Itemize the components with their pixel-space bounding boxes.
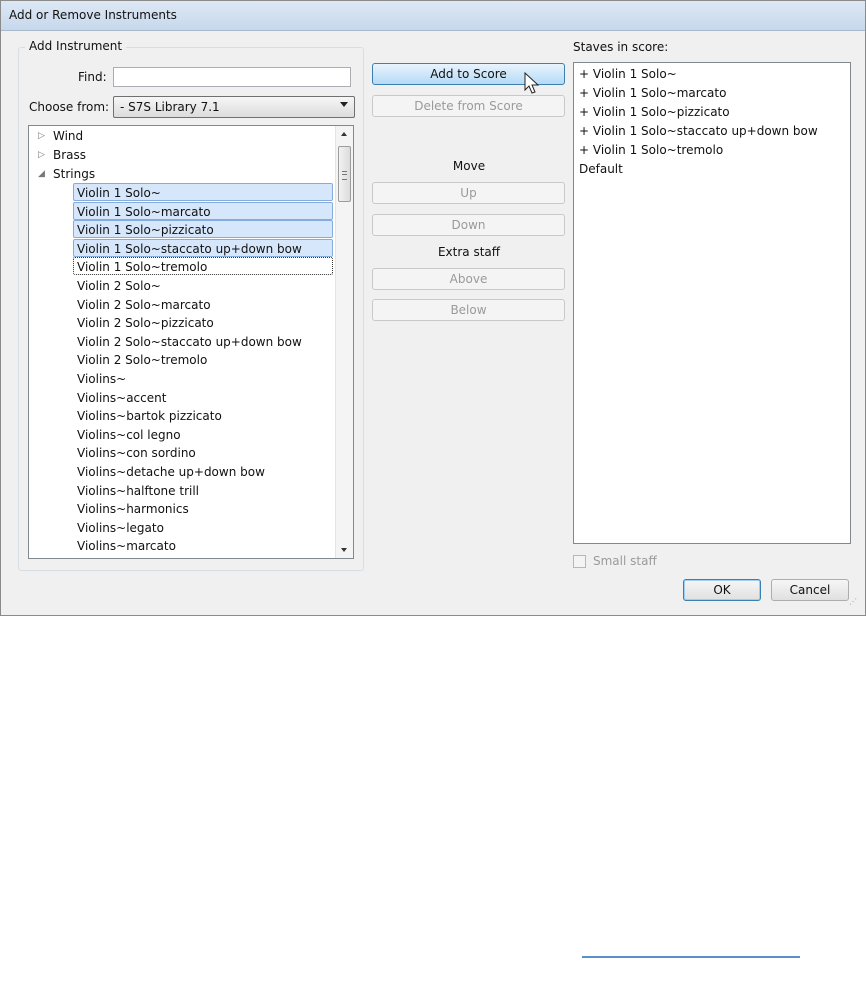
stave-item[interactable]: + Violin 1 Solo~staccato up+down bow bbox=[579, 122, 818, 140]
extra-staff-label: Extra staff bbox=[437, 245, 501, 259]
chevron-down-icon bbox=[340, 102, 348, 107]
staves-title: Staves in score: bbox=[573, 40, 669, 54]
instrument-tree[interactable]: ▷ Wind ▷ Brass ◢ Strings Violin 1 Solo~ Violin … bbox=[28, 125, 354, 559]
choose-from-select[interactable]: - S7S Library 7.1 bbox=[113, 96, 355, 118]
find-label: Find: bbox=[78, 70, 107, 84]
stave-item[interactable]: + Violin 1 Solo~marcato bbox=[579, 84, 726, 102]
window-title: Add or Remove Instruments bbox=[9, 8, 177, 22]
scroll-down-button[interactable] bbox=[336, 541, 353, 558]
stave-item[interactable]: + Violin 1 Solo~tremolo bbox=[579, 141, 723, 159]
move-up-button[interactable]: Up bbox=[372, 182, 565, 204]
tree-item[interactable]: Violin 1 Solo~pizzicato bbox=[73, 220, 333, 239]
tree-item[interactable]: Violins~detache up+down bow bbox=[73, 462, 333, 480]
move-label: Move bbox=[452, 159, 486, 173]
staves-list[interactable]: + Violin 1 Solo~ + Violin 1 Solo~marcato +… bbox=[573, 62, 851, 544]
stave-item[interactable]: + Violin 1 Solo~pizzicato bbox=[579, 103, 730, 121]
tree-item[interactable]: Violin 1 Solo~staccato up+down bow bbox=[73, 238, 333, 257]
small-staff-checkbox[interactable] bbox=[573, 555, 586, 568]
above-button[interactable]: Above bbox=[372, 268, 565, 290]
move-down-button[interactable]: Down bbox=[372, 214, 565, 236]
tree-item[interactable]: Violin 1 Solo~ bbox=[73, 183, 333, 201]
tree-item[interactable]: Violins~bartok pizzicato bbox=[73, 406, 333, 424]
tree-category[interactable]: Brass bbox=[53, 146, 86, 164]
tree-item[interactable]: Violin 2 Solo~pizzicato bbox=[73, 313, 333, 331]
tree-category[interactable]: Wind bbox=[53, 127, 83, 145]
tree-item[interactable]: Violin 1 Solo~marcato bbox=[73, 201, 333, 220]
below-button[interactable]: Below bbox=[372, 299, 565, 321]
tree-scrollbar[interactable] bbox=[335, 126, 353, 558]
scroll-up-button[interactable] bbox=[336, 126, 353, 143]
tree-category[interactable]: Strings bbox=[53, 165, 95, 183]
stave-item[interactable]: Default bbox=[579, 160, 623, 178]
collapse-arrow-icon[interactable]: ◢ bbox=[38, 165, 48, 183]
add-remove-instruments-dialog: Add or Remove Instruments Add Instrument… bbox=[0, 0, 866, 616]
cancel-button[interactable]: Cancel bbox=[771, 579, 849, 601]
tree-item[interactable]: Violins~halftone trill bbox=[73, 481, 333, 499]
tree-item[interactable]: Violin 1 Solo~tremolo bbox=[73, 257, 333, 276]
choose-from-value: - S7S Library 7.1 bbox=[120, 100, 220, 114]
tree-item[interactable]: Violins~con sordino bbox=[73, 443, 333, 461]
underline-decoration bbox=[582, 956, 800, 958]
title-bar: Add or Remove Instruments bbox=[1, 1, 865, 31]
tree-item[interactable]: Violin 2 Solo~ bbox=[73, 276, 333, 294]
expand-arrow-icon[interactable]: ▷ bbox=[38, 146, 48, 164]
tree-item[interactable]: Violins~molto vibrato bbox=[73, 555, 333, 558]
arrow-up-icon bbox=[341, 132, 347, 136]
mouse-cursor-icon bbox=[524, 72, 540, 94]
tree-item[interactable]: Violin 2 Solo~staccato up+down bow bbox=[73, 332, 333, 350]
choose-from-label: Choose from: bbox=[29, 100, 110, 114]
instrument-tree-content: ▷ Wind ▷ Brass ◢ Strings Violin 1 Solo~ Violin … bbox=[29, 126, 337, 558]
find-input[interactable] bbox=[113, 67, 351, 87]
stave-item[interactable]: + Violin 1 Solo~ bbox=[579, 65, 677, 83]
tree-item[interactable]: Violins~col legno bbox=[73, 425, 333, 443]
add-instrument-group-title: Add Instrument bbox=[25, 39, 127, 53]
arrow-down-icon bbox=[341, 548, 347, 552]
tree-item[interactable]: Violin 2 Solo~tremolo bbox=[73, 350, 333, 368]
expand-arrow-icon[interactable]: ▷ bbox=[38, 127, 48, 145]
ok-button[interactable]: OK bbox=[683, 579, 761, 601]
tree-item[interactable]: Violins~marcato bbox=[73, 536, 333, 554]
tree-item[interactable]: Violins~legato bbox=[73, 518, 333, 536]
tree-item[interactable]: Violins~accent bbox=[73, 388, 333, 406]
resize-grip-icon[interactable]: ⋰ bbox=[849, 598, 861, 611]
tree-item[interactable]: Violins~ bbox=[73, 369, 333, 387]
tree-item[interactable]: Violins~harmonics bbox=[73, 499, 333, 517]
small-staff-label: Small staff bbox=[593, 554, 657, 568]
delete-from-score-button[interactable]: Delete from Score bbox=[372, 95, 565, 117]
scroll-thumb[interactable] bbox=[338, 146, 351, 202]
tree-item[interactable]: Violin 2 Solo~marcato bbox=[73, 295, 333, 313]
grip-icon bbox=[342, 171, 347, 180]
